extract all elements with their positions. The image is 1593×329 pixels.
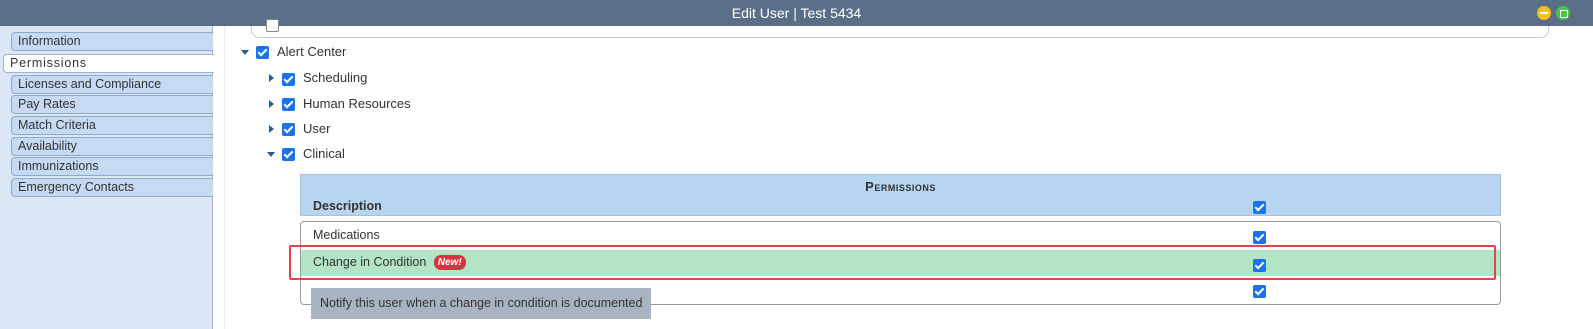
select-all-panel	[251, 19, 1549, 38]
chevron-down-icon[interactable]	[240, 42, 250, 62]
tree-node-alert-center: Alert Center	[238, 42, 438, 62]
tree-label: Clinical	[303, 146, 345, 161]
description-column-header: Description	[313, 199, 382, 213]
select-all-checkbox[interactable]	[266, 19, 279, 32]
permission-label: Medications	[313, 228, 380, 242]
sidebar: Information Permissions Licenses and Com…	[0, 26, 214, 329]
permissions-table-title: Permissions	[865, 179, 936, 194]
new-badge: New!	[433, 255, 466, 270]
permission-label: Change in Condition	[313, 255, 427, 269]
content-divider	[224, 26, 225, 329]
scheduling-checkbox[interactable]	[282, 73, 295, 86]
chevron-down-icon[interactable]	[266, 144, 276, 164]
window-title: Edit User | Test 5434	[731, 5, 862, 21]
partial-row-checkbox[interactable]	[1253, 285, 1266, 298]
tree-node-clinical: Clinical	[264, 144, 464, 164]
maximize-icon[interactable]	[1556, 6, 1570, 20]
sidebar-item-information[interactable]: Information	[11, 32, 213, 51]
permission-label-wrap: Change in Condition New!	[313, 255, 466, 270]
user-checkbox[interactable]	[282, 123, 295, 136]
tree-label: Scheduling	[303, 70, 368, 85]
human-resources-checkbox[interactable]	[282, 98, 295, 111]
sidebar-item-licenses-and-compliance[interactable]: Licenses and Compliance	[11, 75, 213, 94]
tree-label: User	[303, 121, 331, 136]
tree-label: Human Resources	[303, 96, 411, 111]
sidebar-item-immunizations[interactable]: Immunizations	[11, 157, 213, 176]
tree-node-user: User	[264, 119, 464, 139]
chevron-right-icon[interactable]	[266, 68, 276, 88]
sidebar-item-emergency-contacts[interactable]: Emergency Contacts	[11, 178, 213, 197]
alert-center-checkbox[interactable]	[256, 46, 269, 59]
clinical-checkbox[interactable]	[282, 148, 295, 161]
sidebar-item-permissions[interactable]: Permissions	[3, 54, 214, 73]
permissions-table-header: Permissions Description	[300, 174, 1501, 216]
select-all-permissions-checkbox[interactable]	[1253, 201, 1266, 214]
permission-row-change-in-condition: Change in Condition New!	[301, 250, 1500, 276]
sidebar-item-availability[interactable]: Availability	[11, 137, 213, 156]
minimize-icon[interactable]	[1537, 6, 1551, 20]
medications-checkbox[interactable]	[1253, 231, 1266, 244]
window-titlebar: Edit User | Test 5434	[0, 0, 1593, 26]
tree-node-human-resources: Human Resources	[264, 94, 464, 114]
change-in-condition-checkbox[interactable]	[1253, 259, 1266, 272]
sidebar-item-match-criteria[interactable]: Match Criteria	[11, 116, 213, 135]
tooltip: Notify this user when a change in condit…	[311, 288, 651, 319]
sidebar-item-pay-rates[interactable]: Pay Rates	[11, 95, 213, 114]
tree-label: Alert Center	[277, 44, 347, 59]
chevron-right-icon[interactable]	[266, 119, 276, 139]
tree-node-scheduling: Scheduling	[264, 68, 464, 88]
permission-row-medications: Medications	[301, 223, 1500, 249]
chevron-right-icon[interactable]	[266, 94, 276, 114]
